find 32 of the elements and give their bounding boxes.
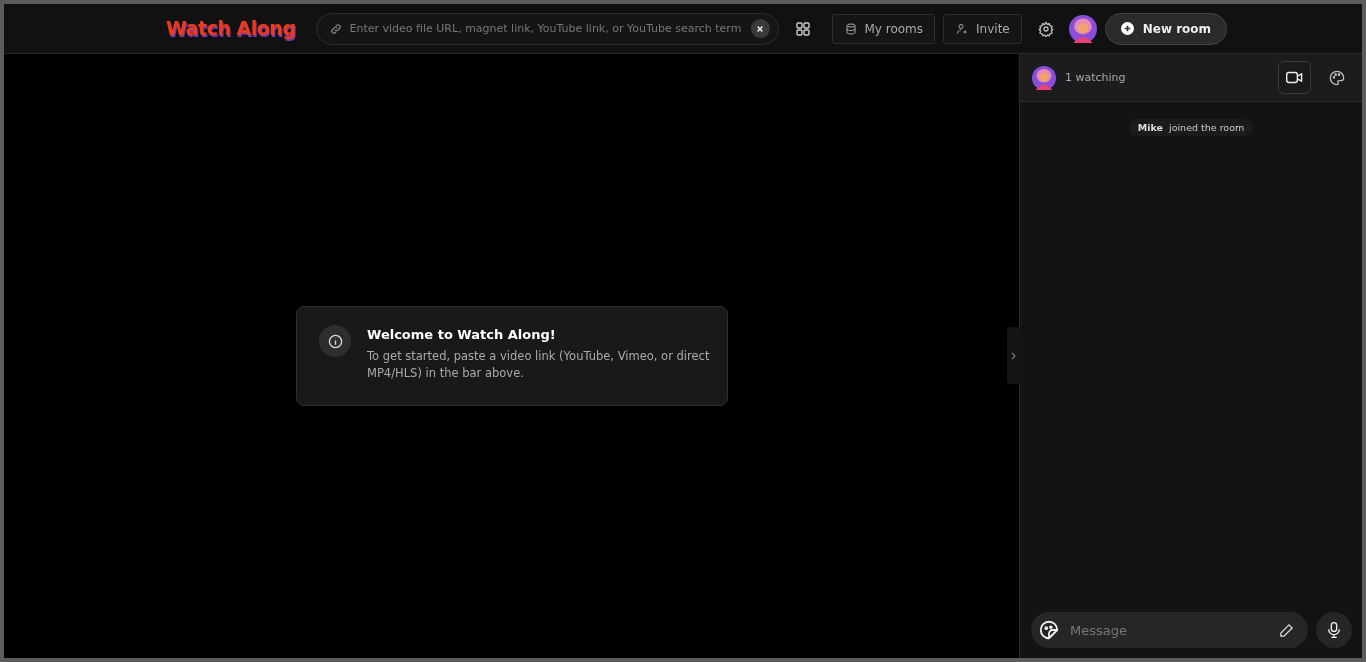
new-room-button[interactable]: New room [1104, 12, 1228, 45]
add-user-icon [956, 22, 969, 35]
chevron-icon [1011, 351, 1016, 360]
system-message: Mike joined the room [1128, 119, 1254, 136]
info-icon [319, 325, 351, 357]
palette-icon[interactable] [1329, 69, 1345, 86]
close-icon [756, 24, 764, 33]
database-icon [844, 22, 857, 35]
sticker-icon[interactable] [1038, 619, 1060, 641]
settings-icon[interactable] [1037, 20, 1054, 37]
microphone-icon [1327, 622, 1341, 638]
viewer-count: 1 watching [1065, 71, 1127, 84]
plus-icon [1120, 22, 1134, 35]
link-icon [329, 22, 342, 35]
video-toggle-button[interactable] [1278, 61, 1311, 94]
clear-button[interactable] [750, 19, 770, 38]
avatar-icon[interactable] [1032, 65, 1056, 90]
video-camera-icon [1286, 71, 1303, 84]
my-rooms-button[interactable]: My rooms [831, 13, 936, 44]
welcome-text: To get started, paste a video link (YouTube, Vimeo, or direct MP4/HLS) in the bar above. [367, 348, 711, 382]
avatar-icon[interactable] [1068, 14, 1097, 43]
pencil-icon[interactable] [1279, 622, 1294, 638]
welcome-title: Welcome to Watch Along! [367, 327, 557, 342]
search-bar[interactable]: Enter video file URL, magnet link, YouTube link, or YouTube search term [315, 12, 779, 45]
collapse-handle[interactable] [1007, 327, 1020, 384]
microphone-button[interactable] [1316, 612, 1352, 648]
grid-icon[interactable] [795, 21, 810, 36]
logo[interactable]: Watch Along [166, 15, 296, 42]
invite-button[interactable]: Invite [943, 13, 1022, 44]
message-bar[interactable]: Message [1031, 612, 1308, 648]
search-field[interactable]: Enter video file URL, magnet link, YouTube link, or YouTube search term [347, 21, 745, 36]
message-field[interactable]: Message [1068, 621, 1271, 639]
